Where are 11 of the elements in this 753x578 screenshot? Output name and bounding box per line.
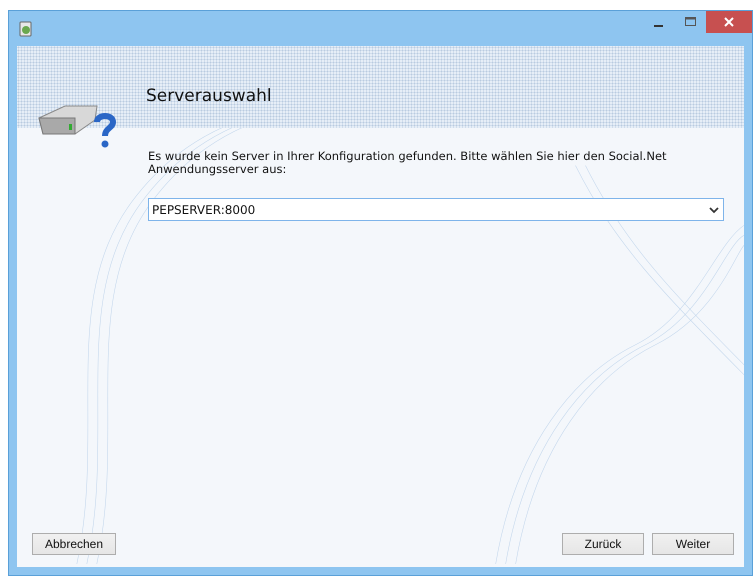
server-combobox[interactable]: PEPSERVER:8000	[148, 198, 724, 222]
close-icon	[724, 17, 734, 27]
close-button[interactable]	[706, 11, 752, 33]
maximize-icon	[684, 17, 696, 27]
chevron-down-icon[interactable]	[709, 206, 719, 214]
page-title: Serverauswahl	[146, 85, 272, 108]
navigation-button[interactable]: Zurück	[562, 533, 644, 555]
navigation-button[interactable]: Weiter	[652, 533, 734, 555]
instruction-text: Es wurde kein Server in Ihrer Konfiguration gefunden. Bitte wählen Sie hier den Social.Net Anwendungsserver aus:	[148, 150, 668, 176]
minimize-icon	[654, 24, 662, 26]
cancel-button[interactable]: Abbrechen	[32, 533, 116, 555]
